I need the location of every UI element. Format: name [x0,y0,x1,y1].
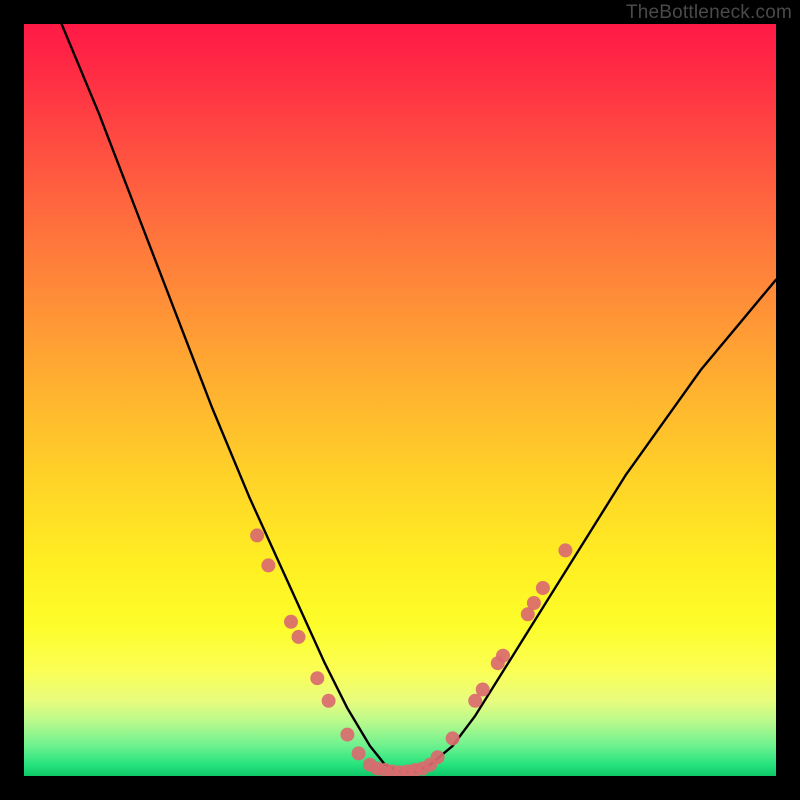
data-dot [527,596,541,610]
data-dot [322,694,336,708]
chart-svg [24,24,776,776]
data-dot [431,750,445,764]
data-dot [496,649,510,663]
data-dot [284,615,298,629]
data-dot [476,683,490,697]
data-dot [250,528,264,542]
watermark-text: TheBottleneck.com [626,2,792,24]
bottleneck-curve [62,24,776,772]
data-dot [310,671,324,685]
chart-frame: TheBottleneck.com [0,0,800,800]
data-dots [250,528,572,776]
data-dot [261,558,275,572]
data-dot [558,543,572,557]
data-dot [536,581,550,595]
data-dot [446,731,460,745]
data-dot [340,728,354,742]
data-dot [352,746,366,760]
plot-area [24,24,776,776]
data-dot [292,630,306,644]
